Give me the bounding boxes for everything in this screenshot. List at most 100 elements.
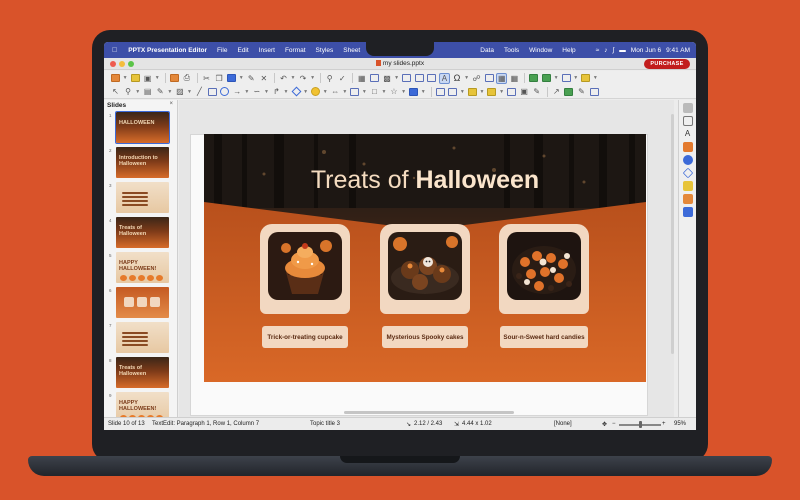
clear-formatting-icon[interactable]: ✕ [258,73,269,84]
bluetooth-icon[interactable]: ∫ [613,47,615,54]
slide-thumbnail-row[interactable]: 6 [104,286,177,321]
presentation-icon[interactable] [580,73,591,84]
hyperlink-icon[interactable]: ☍ [471,73,482,84]
rectangle-icon[interactable] [207,86,218,97]
curve-dropdown-icon[interactable]: ▼ [264,86,269,97]
crop-icon[interactable]: ▣ [519,86,530,97]
copy-icon[interactable]: ❐ [214,73,225,84]
undo-icon[interactable]: ↶ [278,73,289,84]
slide-thumbnail-row[interactable]: 9 HAPPY HALLOWEEN! [104,391,177,417]
symbol-shapes-dropdown-icon[interactable]: ▼ [323,86,328,97]
menu-help[interactable]: Help [557,47,580,54]
font-icon[interactable]: A [683,129,693,139]
slide-thumbnail[interactable]: Treats of Halloween [116,357,169,388]
caption-cupcake[interactable]: Trick-or-treating cupcake [262,326,348,348]
zoom-level[interactable]: 95% [674,421,686,427]
menu-styles[interactable]: Styles [311,47,339,54]
slide-thumbnail[interactable]: HAPPY HALLOWEEN! [116,392,169,417]
shadow-icon[interactable] [506,86,517,97]
slide-thumbnail-row[interactable]: 2 Introduction to Halloween [104,146,177,181]
menu-data[interactable]: Data [475,47,499,54]
image-icon[interactable] [369,73,380,84]
shapes-icon[interactable] [682,167,693,179]
spelling-icon[interactable]: ✓ [337,73,348,84]
styles-icon[interactable] [682,116,693,126]
zoom-slider-handle[interactable] [639,421,642,428]
export-pdf-icon[interactable] [169,73,180,84]
menu-app-name[interactable]: PPTX Presentation Editor [123,47,212,54]
slide-transition-icon[interactable] [682,142,693,152]
card-spooky-cakes[interactable] [380,224,470,314]
slide-thumbnail[interactable]: HAPPY HALLOWEEN! [116,252,169,283]
slide-thumbnail-row[interactable]: 7 [104,321,177,356]
arrow-dropdown-icon[interactable]: ▼ [244,86,249,97]
interaction-icon[interactable] [589,86,600,97]
apple-icon[interactable]:  [104,47,123,54]
slide-thumbnail[interactable] [116,287,169,318]
stars-dropdown-icon[interactable]: ▼ [401,86,406,97]
chart-dropdown-icon[interactable]: ▼ [394,73,399,84]
battery-icon[interactable]: ▬ [619,47,626,54]
rotate-icon[interactable] [435,86,446,97]
redo-icon[interactable]: ↷ [298,73,309,84]
master-dropdown-icon[interactable]: ▼ [554,73,559,84]
zoom-dropdown-icon[interactable]: ▼ [135,86,140,97]
fill-dropdown-icon[interactable]: ▼ [187,86,192,97]
navigator-icon[interactable] [682,155,693,165]
connector-icon[interactable]: ↱ [271,86,282,97]
arrange-icon[interactable] [467,86,478,97]
text-tool-icon[interactable]: ▤ [142,86,153,97]
line-color-dropdown-icon[interactable]: ▼ [167,86,172,97]
special-character-dropdown-icon[interactable]: ▼ [464,73,469,84]
textbox-icon[interactable] [401,73,412,84]
flowchart-icon[interactable] [349,86,360,97]
vertical-scrollbar[interactable] [671,114,674,354]
close-icon[interactable]: × [169,101,173,107]
callout-icon[interactable]: □ [369,86,380,97]
open-folder-icon[interactable] [130,73,141,84]
menu-edit[interactable]: Edit [232,47,253,54]
menu-insert[interactable]: Insert [254,47,280,54]
slide-layout-icon[interactable] [561,73,572,84]
purchase-button[interactable]: PURCHASE [644,59,690,69]
fill-color-icon[interactable]: ▨ [174,86,185,97]
slide-thumbnail-row[interactable]: 4 Treats of Halloween [104,216,177,251]
language-status[interactable]: [None] [554,421,572,427]
glue-points-icon[interactable] [563,86,574,97]
arrange-dropdown-icon[interactable]: ▼ [479,86,484,97]
basic-shapes-icon[interactable] [291,86,302,97]
gallery-icon[interactable] [682,181,693,191]
paste-dropdown-icon[interactable]: ▼ [239,73,244,84]
symbol-shapes-icon[interactable] [310,86,321,97]
block-arrows-icon[interactable]: ⇔ [330,86,341,97]
menu-file[interactable]: File [212,47,232,54]
ellipse-icon[interactable] [219,86,230,97]
slide-thumbnail[interactable] [116,182,169,213]
filter-icon[interactable]: ✎ [531,86,542,97]
chart-icon[interactable]: ▩ [382,73,393,84]
find-replace-icon[interactable]: ⚲ [324,73,335,84]
menu-sheet[interactable]: Sheet [338,47,365,54]
card-hard-candies[interactable] [499,224,589,314]
clone-formatting-icon[interactable]: ✎ [246,73,257,84]
animation-icon[interactable] [682,194,693,204]
menu-tools[interactable]: Tools [499,47,524,54]
curve-icon[interactable]: ∽ [251,86,262,97]
stars-icon[interactable]: ☆ [389,86,400,97]
align-icon[interactable] [447,86,458,97]
line-color-icon[interactable]: ✎ [155,86,166,97]
align-dropdown-icon[interactable]: ▼ [460,86,465,97]
slide-thumbnail-row[interactable]: 8 Treats of Halloween [104,356,177,391]
slide-thumbnail-row[interactable]: 3 [104,181,177,216]
fit-slide-icon[interactable]: ✥ [602,421,607,428]
fontwork-icon[interactable] [414,73,425,84]
caption-spooky-cakes[interactable]: Mysterious Spooky cakes [382,326,468,348]
master-slides-icon[interactable] [682,207,693,217]
slide-thumbnail-row[interactable]: 5 HAPPY HALLOWEEN! [104,251,177,286]
snap-icon[interactable] [528,73,539,84]
special-character-icon[interactable]: Ω [451,73,462,84]
zoom-pan-icon[interactable]: ⚲ [123,86,134,97]
horizontal-scrollbar[interactable] [344,411,514,414]
connector-dropdown-icon[interactable]: ▼ [284,86,289,97]
slide-thumbnail[interactable] [116,322,169,353]
